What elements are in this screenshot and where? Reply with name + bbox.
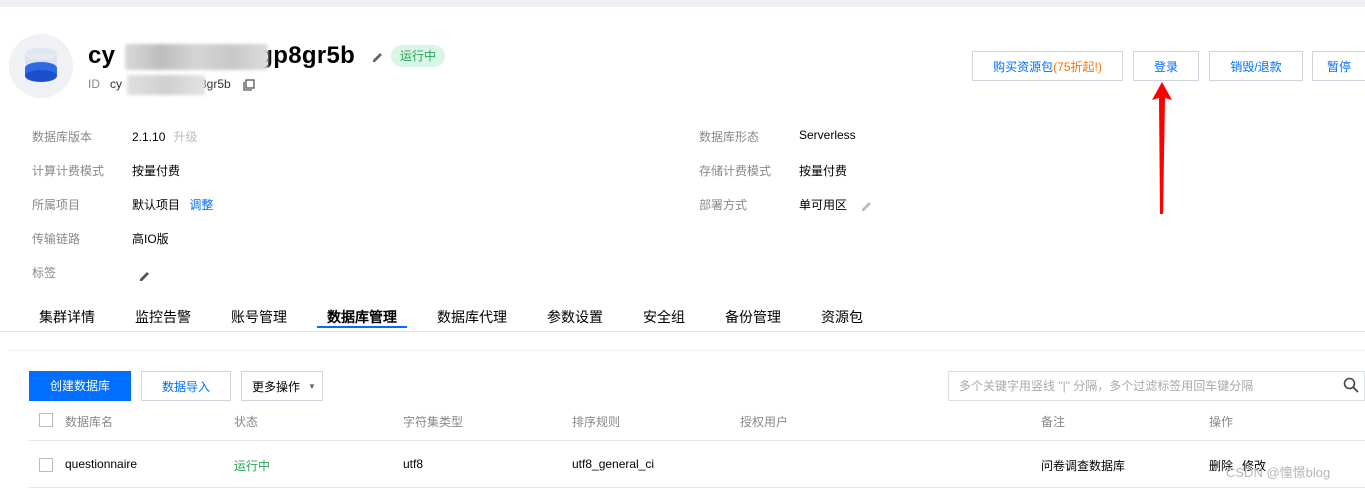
- storage-billing-value: 按量付费: [799, 164, 848, 178]
- destroy-refund-button[interactable]: 销毁/退款: [1209, 51, 1303, 81]
- tab-bar: 集群详情 监控告警 账号管理 数据库管理 数据库代理 参数设置 安全组 备份管理…: [0, 300, 1365, 332]
- upgrade-link[interactable]: 升级: [173, 130, 197, 144]
- status-badge: 运行中: [391, 45, 446, 67]
- deploy-label: 部署方式: [699, 198, 748, 212]
- row-checkbox[interactable]: [39, 458, 53, 472]
- database-avatar-icon: [9, 34, 73, 98]
- tags-label: 标签: [32, 266, 57, 280]
- create-database-button[interactable]: 创建数据库: [29, 371, 131, 401]
- column-header-users: 授权用户: [740, 415, 789, 429]
- storage-billing-label: 存储计费模式: [699, 164, 772, 178]
- tab-database-proxy[interactable]: 数据库代理: [437, 307, 507, 327]
- watermark-text: CSDN @憧憬blog: [1226, 465, 1331, 480]
- column-header-collation: 排序规则: [572, 415, 621, 429]
- cell-status: 运行中: [234, 459, 271, 473]
- tab-security-group[interactable]: 安全组: [643, 307, 685, 327]
- tab-backup[interactable]: 备份管理: [725, 307, 781, 327]
- more-actions-dropdown[interactable]: 更多操作 ▼: [241, 371, 323, 401]
- project-label: 所属项目: [32, 198, 81, 212]
- cell-remark: 问卷调查数据库: [1041, 459, 1126, 473]
- tab-accounts[interactable]: 账号管理: [231, 307, 287, 327]
- column-header-name: 数据库名: [65, 415, 114, 429]
- cell-charset: utf8: [403, 457, 424, 471]
- tab-parameters[interactable]: 参数设置: [547, 307, 603, 327]
- pause-button[interactable]: 暂停: [1312, 51, 1365, 81]
- copy-icon[interactable]: [243, 78, 255, 96]
- more-actions-label: 更多操作: [252, 380, 301, 394]
- tab-resource-pack[interactable]: 资源包: [821, 307, 863, 327]
- edit-tags-icon[interactable]: [139, 269, 151, 287]
- adjust-project-link[interactable]: 调整: [189, 198, 213, 212]
- redacted-name-blur: [125, 44, 268, 70]
- project-name: 默认项目: [132, 198, 181, 212]
- cell-collation: utf8_general_ci: [572, 457, 655, 471]
- db-form-value: Serverless: [799, 128, 856, 142]
- redacted-id-blur: [127, 75, 205, 95]
- db-version-number: 2.1.10: [132, 130, 166, 144]
- top-bar: [0, 0, 1365, 7]
- buy-resource-pack-button[interactable]: 购买资源包(75折起!): [972, 51, 1123, 81]
- caret-down-icon: ▼: [308, 382, 316, 391]
- column-header-charset: 字符集类型: [403, 415, 464, 429]
- compute-billing-value: 按量付费: [132, 164, 181, 178]
- active-tab-indicator: [317, 326, 407, 328]
- data-import-button[interactable]: 数据导入: [141, 371, 231, 401]
- row-divider: [29, 487, 1365, 488]
- search-icon[interactable]: [1343, 377, 1359, 398]
- buy-pack-label: 购买资源包: [993, 60, 1054, 74]
- annotation-arrow-icon: [1152, 82, 1172, 214]
- transport-value: 高IO版: [132, 232, 169, 246]
- instance-name-suffix: gp8gr5b: [258, 42, 356, 69]
- tab-database-management[interactable]: 数据库管理: [327, 307, 397, 327]
- db-form-label: 数据库形态: [699, 130, 760, 144]
- column-header-status: 状态: [234, 415, 259, 429]
- login-button[interactable]: 登录: [1133, 51, 1199, 81]
- id-prefix: cy: [110, 77, 122, 91]
- tab-cluster-details[interactable]: 集群详情: [39, 307, 95, 327]
- instance-name-prefix: cy: [88, 42, 116, 69]
- column-header-actions: 操作: [1209, 415, 1234, 429]
- compute-billing-label: 计算计费模式: [32, 164, 105, 178]
- search-input[interactable]: 多个关键字用竖线 "|" 分隔，多个过滤标签用回车键分隔: [948, 371, 1365, 401]
- deploy-value: 单可用区: [799, 198, 848, 212]
- db-version-value: 2.1.10 升级: [132, 128, 197, 145]
- db-version-label: 数据库版本: [32, 130, 93, 144]
- column-header-remark: 备注: [1041, 415, 1066, 429]
- edit-name-icon[interactable]: [372, 50, 384, 68]
- panel-divider: [8, 350, 1365, 351]
- transport-label: 传输链路: [32, 232, 81, 246]
- id-label: ID: [88, 77, 100, 91]
- tab-monitoring[interactable]: 监控告警: [135, 307, 191, 327]
- header-divider: [29, 440, 1365, 441]
- project-value: 默认项目 调整: [132, 196, 213, 213]
- cell-db-name: questionnaire: [65, 457, 138, 471]
- buy-pack-discount: (75折起!): [1053, 60, 1102, 74]
- select-all-checkbox[interactable]: [39, 413, 53, 427]
- edit-deploy-icon[interactable]: [861, 199, 873, 217]
